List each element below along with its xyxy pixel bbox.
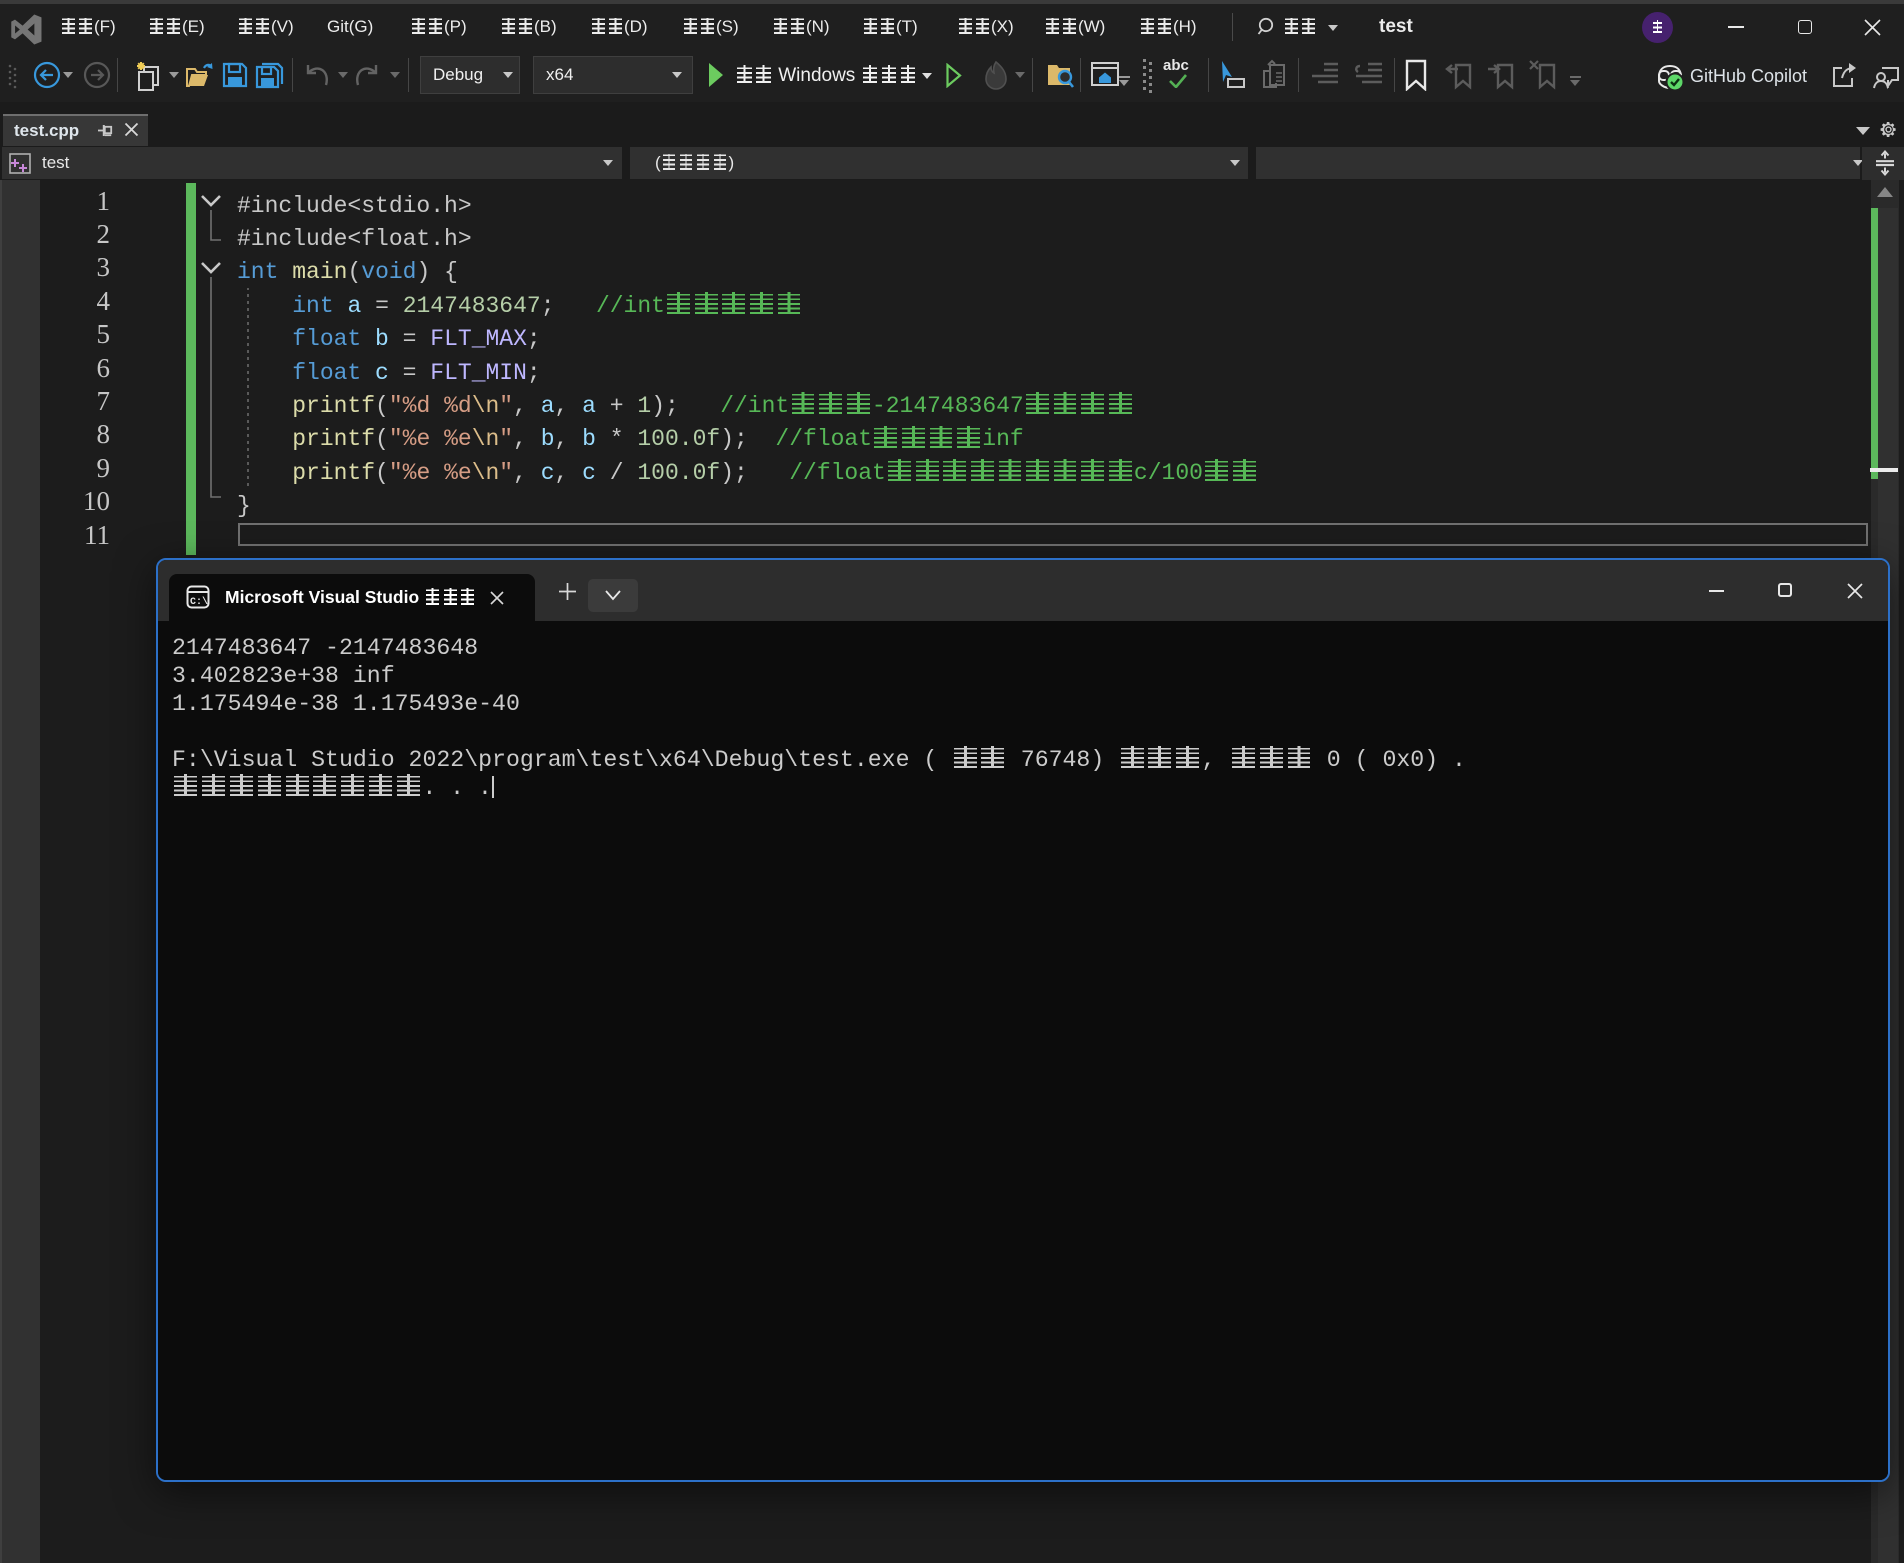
svg-text:C:\: C:\ — [190, 596, 208, 608]
